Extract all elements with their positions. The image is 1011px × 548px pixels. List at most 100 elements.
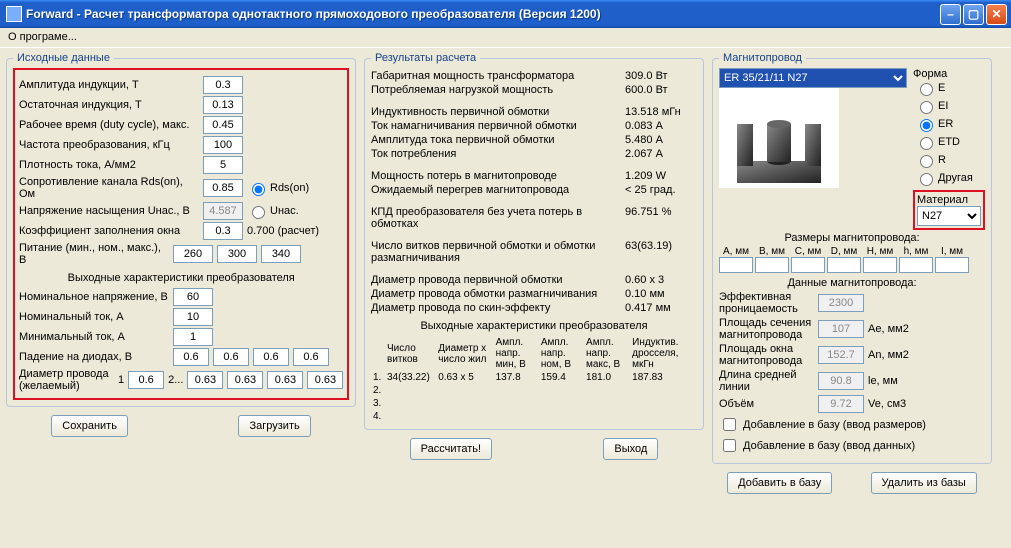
th-vmin: Ампл. напр. мин, В xyxy=(494,336,539,371)
shape-ei-radio[interactable] xyxy=(920,101,933,114)
input-legend: Исходные данные xyxy=(13,52,114,64)
calculate-button[interactable]: Рассчитать! xyxy=(410,438,492,460)
unas-input xyxy=(203,202,243,220)
rem-ind-label: Остаточная индукция, Т xyxy=(19,99,199,111)
results-fieldset: Результаты расчета Габаритная мощность т… xyxy=(364,52,704,430)
chk-add-data-label: Добавление в базу (ввод данных) xyxy=(743,440,915,452)
inom-input[interactable] xyxy=(173,308,213,326)
r1-label: Габаритная мощность трансформатора xyxy=(371,70,625,82)
vd1-input[interactable] xyxy=(173,348,209,366)
shape-etd-radio[interactable] xyxy=(920,137,933,150)
dim-c-input[interactable] xyxy=(791,257,825,273)
duty-input[interactable] xyxy=(203,116,243,134)
unas-label: Напряжение насыщения Uнас., В xyxy=(19,205,199,217)
core-image xyxy=(719,88,839,188)
p5-value xyxy=(818,395,864,413)
shape-other-radio[interactable] xyxy=(920,173,933,186)
add-db-button[interactable]: Добавить в базу xyxy=(727,472,832,494)
jdens-input[interactable] xyxy=(203,156,243,174)
del-db-button[interactable]: Удалить из базы xyxy=(871,472,977,494)
core-select[interactable]: ER 35/21/11 N27 xyxy=(719,68,907,88)
dwire-n1: 1 xyxy=(118,374,124,386)
vd4-input[interactable] xyxy=(293,348,329,366)
results-legend: Результаты расчета xyxy=(371,52,480,64)
r10-value: 63(63.19) xyxy=(625,240,697,264)
r9-value: 96.751 % xyxy=(625,206,697,230)
dw1-input[interactable] xyxy=(128,371,164,389)
vd2-input[interactable] xyxy=(213,348,249,366)
kz-calc-label: 0.700 (расчет) xyxy=(247,225,319,237)
th-turns: Число витков xyxy=(385,336,436,371)
r10-label: Число витков первичной обмотки и обмотки… xyxy=(371,240,625,264)
p1-value xyxy=(818,294,864,312)
vin-nom-input[interactable] xyxy=(217,245,257,263)
vd3-input[interactable] xyxy=(253,348,289,366)
dim-d-input[interactable] xyxy=(827,257,861,273)
rds-radio[interactable] xyxy=(252,183,265,196)
kz-input[interactable] xyxy=(203,222,243,240)
th-dxn: Диаметр x число жил xyxy=(436,336,493,371)
r8-label: Ожидаемый перегрев магнитопровода xyxy=(371,184,625,196)
menu-about[interactable]: О програме... xyxy=(8,31,77,43)
material-select[interactable]: N27 xyxy=(917,206,981,226)
freq-input[interactable] xyxy=(203,136,243,154)
r3-value: 13.518 мГн xyxy=(625,106,697,118)
shape-er-radio[interactable] xyxy=(920,119,933,132)
r5-value: 5.480 А xyxy=(625,134,697,146)
maximize-button[interactable]: ▢ xyxy=(963,4,984,25)
r2-value: 600.0 Вт xyxy=(625,84,697,96)
output-chars-header: Выходные характеристики преобразователя xyxy=(19,272,343,284)
dim-i-input[interactable] xyxy=(935,257,969,273)
dw2-input[interactable] xyxy=(187,371,223,389)
th-num xyxy=(371,336,385,371)
unas-radio[interactable] xyxy=(252,206,265,219)
save-button[interactable]: Сохранить xyxy=(51,415,128,437)
vin-min-input[interactable] xyxy=(173,245,213,263)
mid-out-header: Выходные характеристики преобразователя xyxy=(371,320,697,332)
table-row: 3. xyxy=(371,397,697,410)
minimize-button[interactable]: – xyxy=(940,4,961,25)
p3-value xyxy=(818,346,864,364)
r3-label: Индуктивность первичной обмотки xyxy=(371,106,625,118)
chk-add-data[interactable] xyxy=(723,439,736,452)
p2-label: Площадь сечения магнитопровода xyxy=(719,317,814,341)
rds-radio-label: Rds(on) xyxy=(270,182,309,194)
jdens-label: Плотность тока, А/мм2 xyxy=(19,159,199,171)
exit-button[interactable]: Выход xyxy=(603,438,658,460)
rem-ind-input[interactable] xyxy=(203,96,243,114)
imin-input[interactable] xyxy=(173,328,213,346)
r2-label: Потребляемая нагрузкой мощность xyxy=(371,84,625,96)
dim-h2-input[interactable] xyxy=(899,257,933,273)
r7-value: 1.209 W xyxy=(625,170,697,182)
r13-label: Диаметр провода по скин-эффекту xyxy=(371,302,625,314)
dim-b-input[interactable] xyxy=(755,257,789,273)
output-table: Число витков Диаметр x число жил Ампл. н… xyxy=(371,336,697,423)
shape-r-radio[interactable] xyxy=(920,155,933,168)
dw3-input[interactable] xyxy=(227,371,263,389)
th-ldr: Индуктив. дросселя, мкГн xyxy=(630,336,697,371)
menubar: О програме... xyxy=(0,28,1011,48)
dim-h-input[interactable] xyxy=(863,257,897,273)
shape-e-radio[interactable] xyxy=(920,83,933,96)
p1-label: Эффективная проницаемость xyxy=(719,291,814,315)
chk-add-dims[interactable] xyxy=(723,418,736,431)
table-row: 1. 34(33.22) 0.63 x 5 137.8 159.4 181.0 … xyxy=(371,371,697,384)
p4-value xyxy=(818,372,864,390)
dw4-input[interactable] xyxy=(267,371,303,389)
input-fieldset: Исходные данные Амплитуда индукции, Т Ос… xyxy=(6,52,356,407)
th-vmax: Ампл. напр. макс, В xyxy=(584,336,630,371)
amp-ind-input[interactable] xyxy=(203,76,243,94)
dim-a-input[interactable] xyxy=(719,257,753,273)
load-button[interactable]: Загрузить xyxy=(238,415,310,437)
unas-radio-label: Uнас. xyxy=(270,205,299,217)
inom-label: Номинальный ток, А xyxy=(19,311,169,323)
r4-value: 0.083 А xyxy=(625,120,697,132)
rds-input[interactable] xyxy=(203,179,243,197)
dw5-input[interactable] xyxy=(307,371,343,389)
vnom-input[interactable] xyxy=(173,288,213,306)
vin-max-input[interactable] xyxy=(261,245,301,263)
table-row: 2. xyxy=(371,384,697,397)
material-label: Материал xyxy=(917,194,981,206)
close-button[interactable]: ✕ xyxy=(986,4,1007,25)
dims-label: Размеры магнитопровода: xyxy=(719,232,985,244)
